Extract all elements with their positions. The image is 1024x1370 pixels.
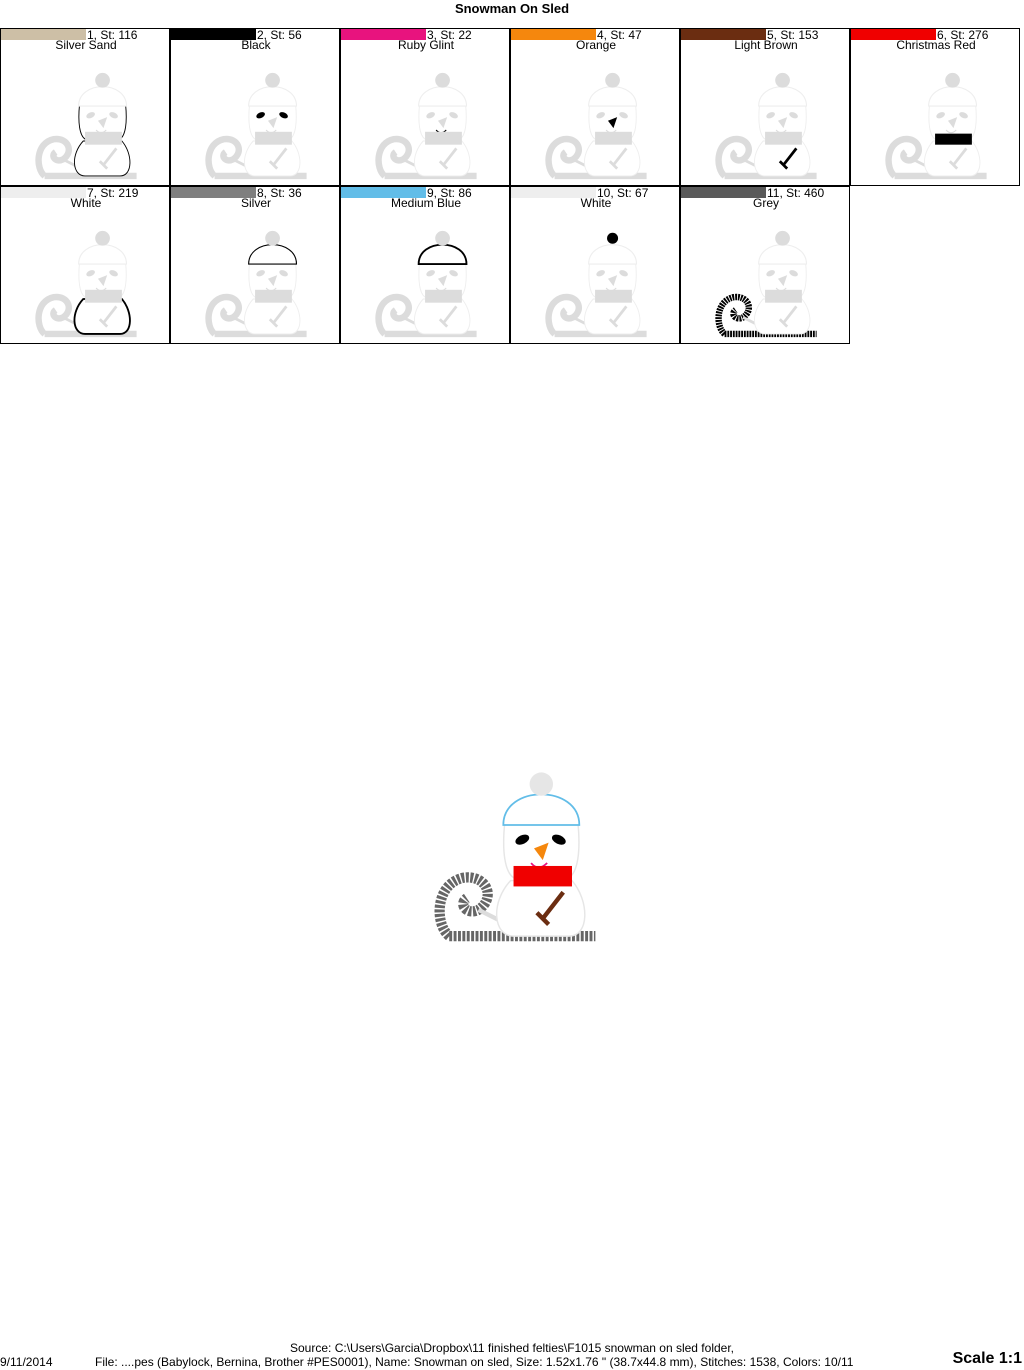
hat-pom xyxy=(95,230,110,246)
hat xyxy=(418,86,468,107)
scarf xyxy=(595,131,632,145)
hat xyxy=(248,86,298,107)
snowman-body xyxy=(73,298,131,335)
color-stop-cell: 11, St: 460 Grey xyxy=(680,186,850,344)
scarf xyxy=(85,131,122,145)
scarf xyxy=(85,289,122,303)
hat-pom xyxy=(607,232,619,244)
hat xyxy=(928,86,978,107)
color-stop-cell: 4, St: 47 Orange xyxy=(510,28,680,186)
stop-preview xyxy=(545,232,647,338)
hat xyxy=(758,86,808,107)
hat-pom xyxy=(775,72,790,88)
snowman-body xyxy=(924,140,981,177)
stop-preview xyxy=(35,72,137,180)
hat xyxy=(248,244,298,265)
color-stop-cell: 10, St: 67 White xyxy=(510,186,680,344)
hat-pom xyxy=(265,72,280,88)
snowman-body xyxy=(74,140,131,177)
color-stop-cell: 7, St: 219 White xyxy=(0,186,170,344)
stop-preview xyxy=(205,230,307,338)
snowman-body xyxy=(754,140,811,177)
stop-preview xyxy=(545,72,647,180)
page-title: Snowman On Sled xyxy=(454,1,570,16)
color-stop-cell: 5, St: 153 Light Brown xyxy=(680,28,850,186)
snowman-body xyxy=(414,140,471,177)
scale-label: Scale 1:1 xyxy=(952,1350,1022,1367)
stop-preview xyxy=(715,230,817,338)
hat-pom xyxy=(95,72,110,88)
color-stop-cell: 2, St: 56 Black xyxy=(170,28,340,186)
scarf xyxy=(425,289,462,303)
hat-pom xyxy=(945,72,960,88)
snowman-body xyxy=(244,140,301,177)
scarf xyxy=(425,131,462,145)
hat xyxy=(588,244,638,265)
stop-preview xyxy=(885,72,987,180)
snowman-body xyxy=(584,140,641,177)
snowman-body xyxy=(584,298,641,335)
scarf xyxy=(255,131,292,145)
color-stop-cell: 3, St: 22 Ruby Glint xyxy=(340,28,510,186)
hat xyxy=(78,86,128,107)
snowman-body xyxy=(754,298,811,335)
design-preview xyxy=(420,760,610,955)
stop-preview xyxy=(205,72,307,180)
hat xyxy=(502,793,581,826)
footer-source: Source: C:\Users\Garcia\Dropbox\11 finis… xyxy=(290,1341,734,1355)
stop-preview xyxy=(375,72,477,180)
hat-pom xyxy=(265,230,280,246)
scarf xyxy=(765,131,802,145)
hat xyxy=(78,244,128,265)
footer-date: 9/11/2014 xyxy=(0,1355,53,1369)
scarf xyxy=(935,133,972,145)
full-design xyxy=(434,772,596,942)
hat-pom xyxy=(775,230,790,246)
color-stop-cell: 9, St: 86 Medium Blue xyxy=(340,186,510,344)
hat-pom xyxy=(529,772,553,796)
hat-pom xyxy=(435,72,450,88)
footer-file-info: File: ....pes (Babylock, Bernina, Brothe… xyxy=(95,1355,854,1369)
stop-preview xyxy=(715,72,817,180)
color-stop-cell: 6, St: 276 Christmas Red xyxy=(850,28,1020,186)
color-stop-cell: 8, St: 36 Silver xyxy=(170,186,340,344)
stop-preview xyxy=(375,230,477,338)
scarf xyxy=(513,865,572,887)
hat xyxy=(417,243,468,265)
hat xyxy=(758,244,808,265)
snowman-body xyxy=(244,298,301,335)
hat-pom xyxy=(605,72,620,88)
scarf xyxy=(255,289,292,303)
scarf xyxy=(595,289,632,303)
color-stop-cell: 1, St: 116 Silver Sand xyxy=(0,28,170,186)
hat-pom xyxy=(435,230,450,246)
stop-preview xyxy=(35,230,137,338)
snowman-body xyxy=(414,298,471,335)
snowman-body xyxy=(496,879,586,937)
scarf xyxy=(765,289,802,303)
hat xyxy=(588,86,638,107)
